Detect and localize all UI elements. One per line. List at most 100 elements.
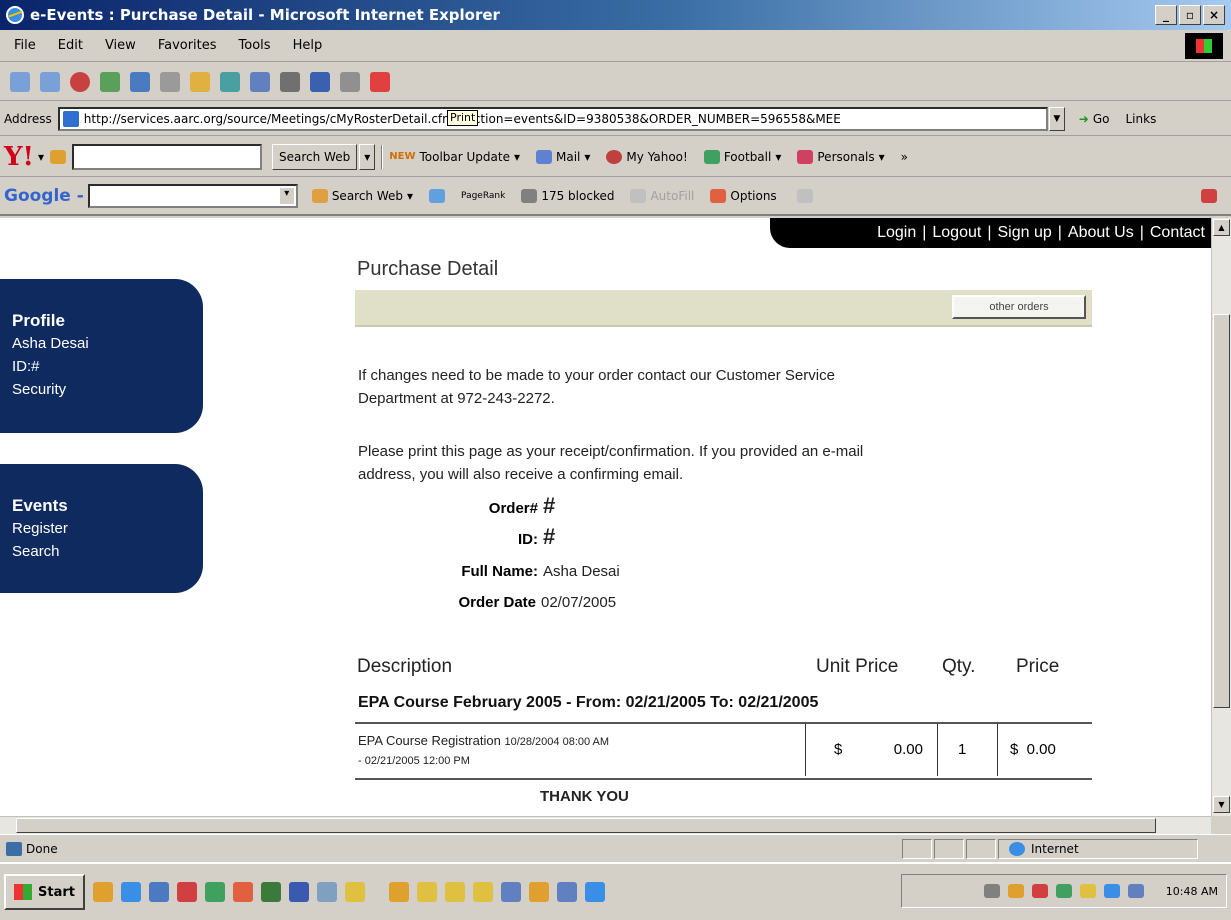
quicklaunch-word-icon[interactable] <box>288 882 309 902</box>
tray-app-icon[interactable] <box>1031 884 1048 898</box>
address-dropdown-button[interactable]: ▼ <box>1048 106 1065 131</box>
order-date-label: Order Date <box>458 594 536 611</box>
quicklaunch-app-icon[interactable] <box>204 882 225 902</box>
maximize-button[interactable]: ▫ <box>1179 5 1201 25</box>
links-button[interactable]: Links <box>1126 112 1157 126</box>
security-link[interactable]: Security <box>12 378 203 401</box>
home-icon[interactable] <box>130 71 150 92</box>
pencil-icon[interactable] <box>50 149 67 164</box>
discuss-icon[interactable] <box>340 71 360 92</box>
close-button[interactable]: × <box>1203 5 1225 25</box>
taskbar-ie-window-icon[interactable] <box>584 882 605 902</box>
tray-app-icon[interactable] <box>1007 884 1024 898</box>
taskbar-window-icon[interactable] <box>472 882 493 902</box>
top-navigation: Login | Logout | Sign up | About Us | Contac… <box>770 218 1211 248</box>
google-logo[interactable]: Google - <box>4 186 84 206</box>
google-search-web-button[interactable]: Search Web ▾ <box>311 189 413 203</box>
quicklaunch-app-icon[interactable] <box>316 882 337 902</box>
yahoo-search-dropdown-button[interactable]: ▾ <box>359 143 376 170</box>
minimize-button[interactable]: _ <box>1155 5 1177 25</box>
course-header: EPA Course February 2005 - From: 02/21/2… <box>358 694 819 711</box>
quicklaunch-ie-icon[interactable] <box>120 882 141 902</box>
search-icon[interactable] <box>160 71 180 92</box>
favorites-icon[interactable] <box>190 71 210 92</box>
google-search-input[interactable] <box>87 184 298 208</box>
start-button[interactable]: Start <box>4 874 85 910</box>
search-link[interactable]: Search <box>12 540 203 563</box>
menu-edit[interactable]: Edit <box>58 38 83 53</box>
nav-contact[interactable]: Contact <box>1150 224 1205 242</box>
volume-icon[interactable] <box>983 884 1000 898</box>
personals-button[interactable]: Personals ▾ <box>797 149 885 164</box>
quicklaunch-excel-icon[interactable] <box>260 882 281 902</box>
menu-help[interactable]: Help <box>293 38 323 53</box>
football-button[interactable]: Football ▾ <box>703 149 781 164</box>
vertical-scrollbar[interactable]: ▲ ▼ <box>1211 218 1231 816</box>
nav-about-us[interactable]: About Us <box>1068 224 1134 242</box>
horizontal-scroll-thumb[interactable] <box>16 818 1156 833</box>
yahoo-search-web-button[interactable]: Search Web <box>272 143 358 170</box>
google-extra-icon[interactable] <box>1201 189 1217 203</box>
toolbar-update-button[interactable]: NEW Toolbar Update ▾ <box>389 150 520 164</box>
menu-tools[interactable]: Tools <box>239 38 271 53</box>
nav-logout[interactable]: Logout <box>932 224 981 242</box>
autofill-button[interactable]: AutoFill <box>630 189 694 203</box>
tray-app-icon[interactable] <box>1103 884 1120 898</box>
taskbar-window-icon[interactable] <box>444 882 465 902</box>
quicklaunch-outlook-icon[interactable] <box>148 882 169 902</box>
print-line-2: address, you will also receive a confirm… <box>358 466 684 483</box>
address-input[interactable]: http://services.aarc.org/source/Meetings… <box>57 106 1048 131</box>
forward-icon[interactable] <box>40 71 60 92</box>
history-icon[interactable] <box>220 71 240 92</box>
scroll-up-button[interactable]: ▲ <box>1213 219 1230 236</box>
quicklaunch-app-icon[interactable] <box>92 882 113 902</box>
taskbar-window-icon[interactable] <box>416 882 437 902</box>
quicklaunch-app-icon[interactable] <box>232 882 253 902</box>
tray-app-icon[interactable] <box>1079 884 1096 898</box>
taskbar-window-icon[interactable] <box>388 882 409 902</box>
row-end-datetime: - 02/21/2005 12:00 PM <box>358 755 470 767</box>
go-button[interactable]: ➜ Go <box>1079 112 1110 126</box>
nav-signup[interactable]: Sign up <box>997 224 1051 242</box>
yahoo-logo-icon[interactable]: Y! <box>4 142 34 172</box>
profile-panel: Profile Asha Desai ID:# Security <box>0 279 203 433</box>
print-tooltip: Print <box>447 110 479 126</box>
row-price-cell: $ 0.00 <box>997 724 1092 776</box>
news-icon[interactable] <box>429 189 446 203</box>
quicklaunch-app-icon[interactable] <box>176 882 197 902</box>
events-panel: Events Register Search <box>0 464 203 593</box>
edit-icon[interactable] <box>310 71 330 92</box>
yahoo-menu-chevron-icon[interactable]: ▾ <box>38 150 44 164</box>
menu-file[interactable]: File <box>14 38 36 53</box>
back-icon[interactable] <box>10 71 30 92</box>
other-orders-button[interactable]: other orders <box>952 295 1086 319</box>
mail-icon[interactable] <box>250 71 270 92</box>
yahoo-mail-button[interactable]: Mail ▾ <box>536 149 590 164</box>
nav-login[interactable]: Login <box>877 224 916 242</box>
highlighter-icon[interactable] <box>796 189 813 203</box>
menu-favorites[interactable]: Favorites <box>158 38 217 53</box>
menu-view[interactable]: View <box>105 38 136 53</box>
messenger-icon[interactable] <box>370 71 390 92</box>
windows-flag-icon <box>14 884 32 900</box>
yahoo-search-input[interactable] <box>72 143 263 170</box>
col-price: Price <box>1016 656 1060 677</box>
horizontal-scrollbar[interactable] <box>0 816 1211 834</box>
refresh-icon[interactable] <box>100 71 120 92</box>
my-yahoo-button[interactable]: My Yahoo! <box>606 149 688 164</box>
google-options-button[interactable]: Options <box>710 189 777 203</box>
taskbar-window-icon[interactable] <box>556 882 577 902</box>
scroll-down-button[interactable]: ▼ <box>1213 796 1230 813</box>
page-title: Purchase Detail <box>357 258 499 280</box>
yahoo-more-button[interactable]: » <box>901 150 908 164</box>
register-link[interactable]: Register <box>12 517 203 540</box>
quicklaunch-app-icon[interactable] <box>344 882 365 902</box>
stop-icon[interactable] <box>70 71 90 92</box>
tray-mail-icon[interactable] <box>1127 884 1144 898</box>
taskbar-window-icon[interactable] <box>528 882 549 902</box>
popup-blocker-button[interactable]: 175 blocked <box>521 189 614 203</box>
vertical-scroll-thumb[interactable] <box>1213 314 1230 708</box>
tray-app-icon[interactable] <box>1055 884 1072 898</box>
taskbar-window-icon[interactable] <box>500 882 521 902</box>
print-icon[interactable] <box>280 71 300 92</box>
